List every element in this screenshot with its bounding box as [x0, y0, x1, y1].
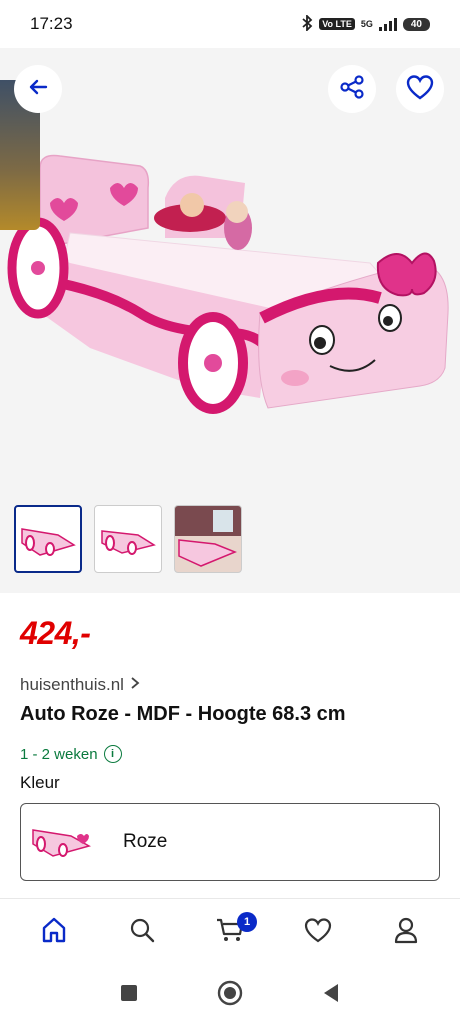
delivery-info: 1 - 2 weken i	[20, 745, 122, 763]
color-name: Roze	[123, 831, 168, 852]
thumbnail-1[interactable]	[14, 505, 82, 573]
heart-icon	[304, 917, 332, 948]
nav-favorites[interactable]	[295, 910, 341, 956]
volte-icon: Vo LTE	[319, 18, 355, 30]
color-option-roze[interactable]: Roze	[20, 803, 440, 881]
search-icon	[128, 916, 156, 949]
product-gallery[interactable]	[0, 48, 460, 593]
nav-cart[interactable]: 1	[207, 910, 257, 956]
share-icon	[339, 74, 365, 105]
recent-apps-icon[interactable]	[119, 983, 139, 1008]
status-time: 17:23	[30, 14, 73, 33]
seller-name: huisenthuis.nl	[20, 675, 124, 694]
cart-count-badge: 1	[237, 911, 257, 932]
delivery-time: 1 - 2 weken	[20, 745, 98, 763]
thumbnail-2[interactable]	[94, 505, 162, 573]
product-price: 424,-	[20, 615, 91, 651]
product-title: Auto Roze - MDF - Hoogte 68.3 cm	[20, 703, 346, 725]
nav-account[interactable]	[383, 910, 429, 956]
seller-link[interactable]: huisenthuis.nl	[20, 675, 140, 695]
back-button[interactable]	[14, 65, 62, 113]
bottom-nav: 1	[0, 898, 460, 966]
back-triangle-icon[interactable]	[321, 982, 341, 1009]
nav-home[interactable]	[31, 910, 77, 956]
chevron-right-icon	[130, 675, 140, 695]
info-icon[interactable]: i	[103, 745, 122, 763]
color-label: Kleur	[20, 773, 60, 792]
thumbnail-row	[14, 505, 242, 573]
heart-icon	[406, 74, 434, 105]
signal-icon	[378, 17, 397, 31]
color-swatch-image	[29, 820, 93, 865]
home-icon	[40, 916, 68, 949]
share-button[interactable]	[328, 65, 376, 113]
nav-search[interactable]	[119, 910, 165, 956]
thumbnail-3[interactable]	[174, 505, 242, 573]
home-button-icon[interactable]	[217, 980, 243, 1011]
status-bar: 17:23 Vo LTE 5G 40	[0, 0, 460, 48]
system-nav-bar	[0, 966, 460, 1024]
user-icon	[393, 916, 419, 949]
favorite-button[interactable]	[396, 65, 444, 113]
bluetooth-icon	[301, 13, 313, 34]
battery-icon: 40	[402, 17, 430, 31]
product-info: 424,- huisenthuis.nl Auto Roze - MDF - H…	[0, 593, 460, 898]
arrow-left-icon	[27, 76, 49, 103]
network-label: 5G	[360, 19, 373, 29]
status-icons: Vo LTE 5G 40	[301, 13, 430, 34]
